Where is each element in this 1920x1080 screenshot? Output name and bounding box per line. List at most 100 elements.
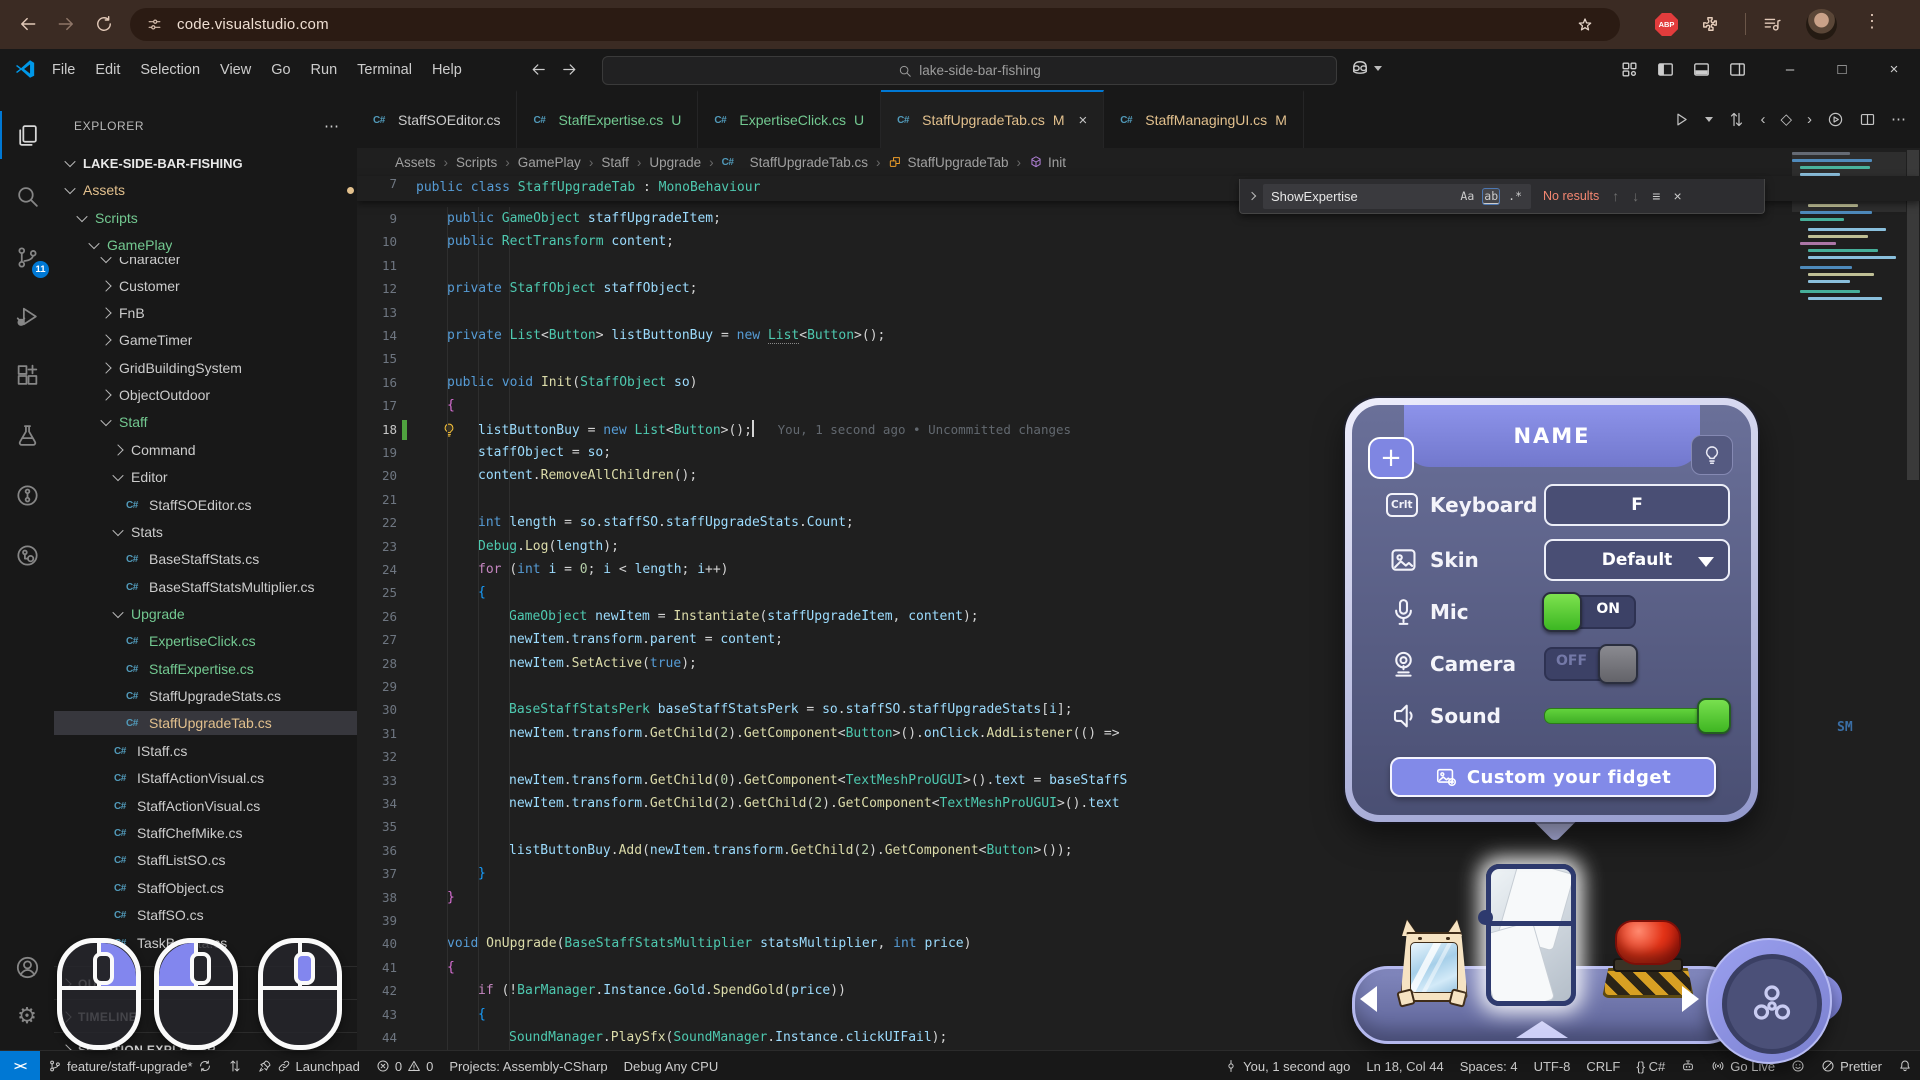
site-info-icon[interactable] [146,16,163,33]
activity-gitlens-inspect[interactable] [0,531,54,579]
status-prettier[interactable]: Prettier [1813,1051,1890,1080]
profile-avatar[interactable] [1806,9,1837,40]
tree-folder-Staff[interactable]: Staff [54,410,358,434]
carousel-item-card-case[interactable] [1486,864,1576,1006]
tab-StaffManagingUI.cs[interactable]: C#StaffManagingUI.csM [1104,90,1304,148]
tab-StaffExpertise.cs[interactable]: C#StaffExpertise.csU [517,90,698,148]
menu-view[interactable]: View [210,57,261,83]
tab-StaffUpgradeTab.cs[interactable]: C#StaffUpgradeTab.csM× [881,90,1104,148]
explorer-more-actions-icon[interactable]: ⋯ [324,117,339,135]
tree-folder-FnB[interactable]: FnB [54,301,358,325]
menu-go[interactable]: Go [261,57,300,83]
lightbulb-icon[interactable] [441,422,457,438]
remote-indicator[interactable]: >< [0,1051,40,1080]
carousel-item-emergency-button[interactable] [1604,920,1692,998]
add-fidget-button[interactable]: + [1368,437,1414,479]
more-action[interactable]: ⋯ [1891,111,1906,128]
find-input[interactable]: ShowExpertise Aa ab .* [1263,184,1531,209]
camera-toggle[interactable]: OFF [1544,647,1636,681]
activity-settings[interactable]: ⚙ [0,992,54,1040]
status-eol[interactable]: CRLF [1578,1051,1628,1080]
browser-menu-icon[interactable]: ⋮ [1862,11,1882,32]
split-action[interactable] [1859,111,1876,128]
circleplay-action[interactable] [1827,111,1844,128]
whole-word-toggle[interactable]: ab [1483,189,1499,204]
prev-action[interactable]: ‹ [1760,111,1765,128]
next-action[interactable]: › [1807,111,1812,128]
status-git-compare[interactable] [220,1051,250,1080]
url-bar[interactable]: code.visualstudio.com [130,8,1620,41]
tree-file-StaffChefMike.cs[interactable]: C#StaffChefMike.cs [54,821,358,845]
menu-file[interactable]: File [42,57,85,83]
menu-terminal[interactable]: Terminal [347,57,422,83]
tree-file-StaffExpertise.cs[interactable]: C#StaffExpertise.csU [54,657,358,681]
breadcrumb-item-GamePlay[interactable]: GamePlay [518,155,581,170]
tree-file-BaseStaffStatsMultiplier.cs[interactable]: C#BaseStaffStatsMultiplier.cs [54,575,358,599]
breadcrumb-item-StaffUpgradeTab.cs[interactable]: C#StaffUpgradeTab.cs [722,155,868,170]
compare-action[interactable] [1728,111,1745,128]
browser-reload-icon[interactable] [94,14,114,34]
breadcrumb-item-Assets[interactable]: Assets [395,155,436,170]
tree-file-ExpertiseClick.cs[interactable]: C#ExpertiseClick.csU [54,629,358,653]
activity-explorer[interactable] [0,111,54,159]
fidget-spinner-button[interactable] [1706,938,1832,1064]
status-commit-info[interactable]: You, 1 second ago [1216,1051,1358,1080]
find-close-icon[interactable]: × [1673,188,1681,204]
status-git-branch[interactable]: feature/staff-upgrade* [40,1051,220,1080]
match-case-toggle[interactable]: Aa [1460,189,1474,203]
tree-file-StaffObject.cs[interactable]: C#StaffObject.cs [54,876,358,900]
menu-help[interactable]: Help [422,57,472,83]
tree-file-StaffSOEditor.cs[interactable]: C#StaffSOEditor.cs [54,493,358,517]
hint-button[interactable] [1691,435,1733,475]
close-window-icon[interactable]: × [1868,61,1920,78]
tree-file-StaffListSO.cs[interactable]: C#StaffListSO.cs [54,848,358,872]
tree-folder-GamePlay[interactable]: GamePlay [54,233,358,257]
breadcrumb-item-Upgrade[interactable]: Upgrade [649,155,701,170]
tree-file-BaseStaffStats.cs[interactable]: C#BaseStaffStats.cs [54,547,358,571]
status-notifications[interactable] [1890,1051,1920,1080]
menu-edit[interactable]: Edit [85,57,130,83]
carousel-item-cat-mirror[interactable] [1394,922,1470,1006]
tree-folder-Scripts[interactable]: Scripts [54,206,358,230]
status-problems[interactable]: 00 [368,1051,441,1080]
copilot-menu[interactable] [1350,58,1382,78]
adblock-badge[interactable]: ABP [1655,13,1678,36]
skin-dropdown[interactable]: Default [1544,539,1730,581]
browser-forward-icon[interactable] [56,14,76,34]
toggle-panel-icon[interactable] [1692,60,1711,79]
diamond-action[interactable]: ◇ [1780,111,1792,128]
sound-slider[interactable] [1544,708,1728,724]
activity-gitlens[interactable] [0,471,54,519]
status-launchpad[interactable]: Launchpad [250,1051,368,1080]
run-button[interactable] [1673,111,1690,128]
status-indentation[interactable]: Spaces: 4 [1452,1051,1526,1080]
tree-folder-Stats[interactable]: Stats [54,520,358,544]
restore-icon[interactable]: □ [1816,61,1868,78]
breadcrumb-item-StaffUpgradeTab[interactable]: StaffUpgradeTab [888,155,1008,170]
nav-back-icon[interactable] [530,61,547,78]
browser-back-icon[interactable] [18,14,38,34]
find-in-selection-icon[interactable]: ≡ [1652,188,1660,204]
find-next-icon[interactable]: ↓ [1632,188,1639,204]
status-cursor-position[interactable]: Ln 18, Col 44 [1358,1051,1451,1080]
status-build-config[interactable]: Debug Any CPU [616,1051,727,1080]
close-tab-icon[interactable]: × [1079,112,1088,129]
activity-testing[interactable] [0,411,54,459]
nav-forward-icon[interactable] [561,61,578,78]
mic-toggle[interactable]: ON [1544,595,1636,629]
breadcrumb-item-Staff[interactable]: Staff [601,155,629,170]
tree-folder-Customer[interactable]: Customer [54,274,358,298]
customize-layout-icon[interactable] [1620,60,1639,79]
toggle-sidebar-icon[interactable] [1656,60,1675,79]
status-copilot-status[interactable] [1673,1051,1703,1080]
tree-file-IStaffActionVisual.cs[interactable]: C#IStaffActionVisual.cs [54,766,358,790]
command-center-search[interactable]: lake-side-bar-fishing [602,56,1337,85]
tree-file-StaffUpgradeStats.cs[interactable]: C#StaffUpgradeStats.cs [54,684,358,708]
tree-folder-Editor[interactable]: Editor [54,465,358,489]
tree-file-StaffActionVisual.cs[interactable]: C#StaffActionVisual.cs [54,794,358,818]
status-projects[interactable]: Projects: Assembly-CSharp [441,1051,615,1080]
extensions-icon[interactable] [1700,14,1720,34]
toggle-secondary-sidebar-icon[interactable] [1728,60,1747,79]
tree-file-StaffSO.cs[interactable]: C#StaffSO.cs [54,903,358,927]
status-encoding[interactable]: UTF-8 [1526,1051,1579,1080]
